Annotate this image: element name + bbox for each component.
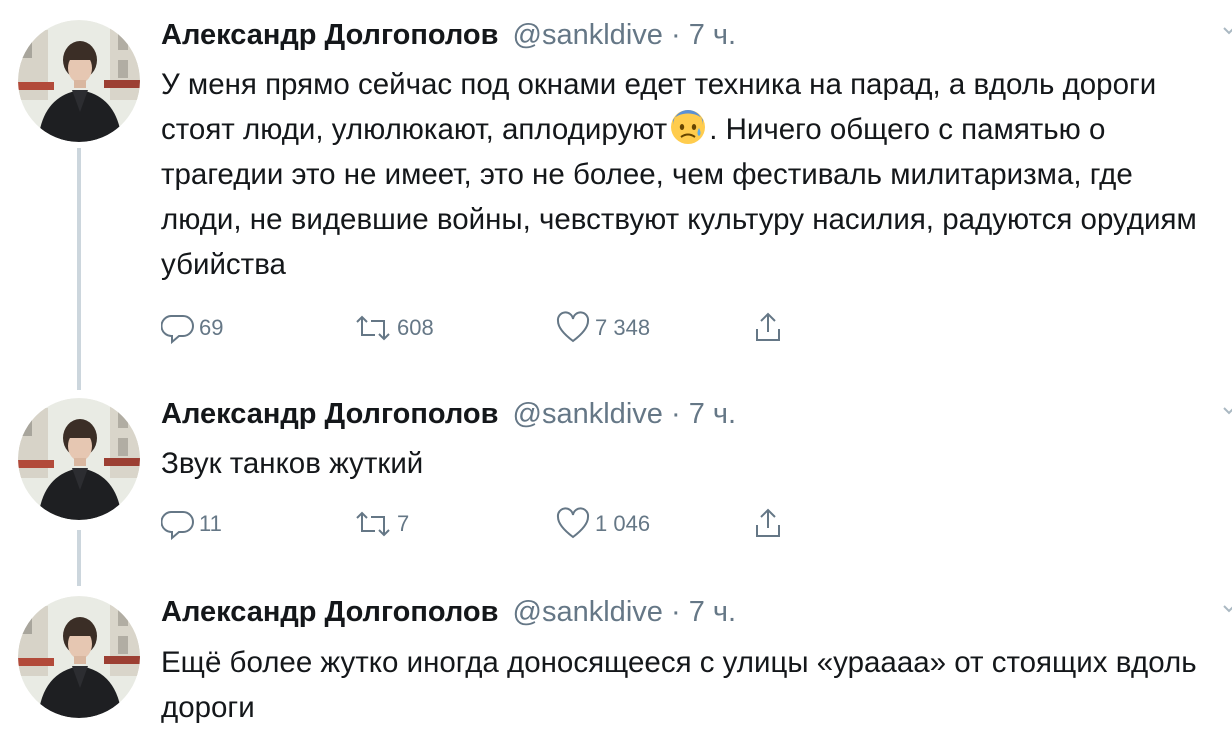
- author-name[interactable]: Александр Долгополов: [161, 398, 498, 430]
- timestamp[interactable]: 7 ч.: [689, 596, 736, 628]
- tweet-header: Александр Долгополов @sankldive · 7 ч.: [161, 592, 736, 632]
- tweet-text: Звук танков жуткий: [161, 447, 424, 480]
- tweet-header: Александр Долгополов @sankldive · 7 ч.: [161, 394, 736, 434]
- chevron-down-icon[interactable]: [1222, 404, 1232, 418]
- thread-line: [77, 148, 81, 390]
- timestamp[interactable]: 7 ч.: [689, 398, 736, 430]
- tweet-actions: 11 7 1 046: [161, 504, 861, 544]
- thread-line: [77, 530, 81, 586]
- tweet-2[interactable]: Александр Долгополов @sankldive · 7 ч. З…: [0, 390, 1232, 590]
- like-count: 7 348: [595, 315, 651, 340]
- heart-icon: [556, 311, 590, 343]
- author-handle[interactable]: @sankldive: [513, 398, 663, 430]
- share-button[interactable]: [751, 308, 785, 348]
- share-icon: [756, 312, 780, 341]
- avatar[interactable]: [18, 398, 140, 520]
- reply-button[interactable]: 69: [161, 308, 223, 348]
- author-name[interactable]: Александр Долгополов: [161, 19, 498, 51]
- retweet-count: 608: [397, 315, 434, 340]
- author-handle[interactable]: @sankldive: [513, 596, 663, 628]
- avatar[interactable]: [18, 596, 140, 718]
- retweet-icon: [356, 511, 390, 537]
- like-count: 1 046: [595, 511, 651, 536]
- tweet-3[interactable]: Александр Долгополов @sankldive · 7 ч. Е…: [0, 590, 1232, 738]
- timestamp[interactable]: 7 ч.: [689, 19, 736, 51]
- author-handle[interactable]: @sankldive: [513, 19, 663, 51]
- tweet-1[interactable]: Александр Долгополов @sankldive · 7 ч. У…: [0, 0, 1232, 390]
- retweet-button[interactable]: 608: [353, 308, 434, 348]
- like-button[interactable]: 1 046: [555, 504, 650, 544]
- separator: ·: [670, 398, 681, 430]
- author-name[interactable]: Александр Долгополов: [161, 596, 498, 628]
- tweet-text: Ещё более жутко иногда доносящееся с ули…: [161, 646, 1197, 724]
- separator: ·: [670, 19, 681, 51]
- reply-count: 69: [199, 315, 224, 340]
- chevron-down-icon[interactable]: [1222, 602, 1232, 616]
- chevron-down-icon[interactable]: [1222, 24, 1232, 38]
- tweet-header: Александр Долгополов @sankldive · 7 ч.: [161, 15, 736, 55]
- like-button[interactable]: 7 348: [555, 308, 650, 348]
- tweet-actions: 69 608 7 348: [161, 308, 861, 348]
- avatar[interactable]: [18, 20, 140, 142]
- retweet-icon: [356, 315, 390, 341]
- reply-icon: [161, 315, 194, 345]
- separator: ·: [670, 596, 681, 628]
- retweet-button[interactable]: 7: [353, 504, 409, 544]
- share-icon: [756, 508, 780, 537]
- share-button[interactable]: [751, 504, 785, 544]
- retweet-count: 7: [397, 511, 410, 536]
- anxious-face-with-sweat-icon: [669, 108, 707, 146]
- reply-icon: [161, 511, 194, 541]
- reply-count: 11: [199, 511, 222, 536]
- tweet-text: У меня прямо сейчас под окнами едет техн…: [161, 62, 1221, 287]
- heart-icon: [556, 507, 590, 539]
- reply-button[interactable]: 11: [161, 504, 222, 544]
